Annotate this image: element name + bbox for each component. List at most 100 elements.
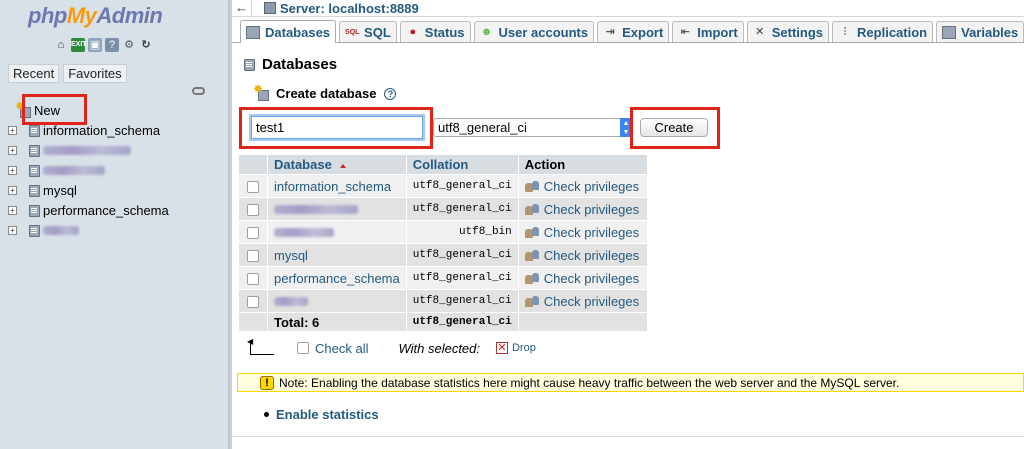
tree-db-label[interactable]: performance_schema [43, 203, 169, 218]
tab-label: Replication [857, 24, 928, 40]
db-link[interactable]: information_schema [274, 179, 391, 194]
row-checkbox-cell [239, 175, 267, 197]
phpmyadmin-logo[interactable]: phpMyAdmin [28, 3, 163, 29]
help-icon[interactable]: ? [384, 87, 397, 100]
notice-box: ! Note: Enabling the database statistics… [237, 373, 1024, 392]
check-privileges-link[interactable]: Check privileges [544, 179, 639, 194]
tree-item-db[interactable]: + [8, 220, 223, 240]
total-label: Total: 6 [268, 313, 406, 331]
expand-icon[interactable]: + [8, 205, 17, 215]
tree-item-db[interactable]: + information_schema [8, 120, 223, 140]
tab-sql[interactable]: SQL SQL [339, 21, 397, 42]
create-database-label: Create database [276, 86, 377, 101]
exit-icon[interactable]: EXIT [71, 38, 87, 52]
tab-import[interactable]: ⇤ Import [672, 21, 744, 42]
db-name-cell: performance_schema [268, 267, 406, 289]
back-arrow-icon[interactable]: ← [232, 0, 252, 17]
redacted-db-name[interactable] [274, 296, 308, 306]
expand-icon[interactable]: + [8, 225, 17, 235]
check-privileges-link[interactable]: Check privileges [544, 294, 639, 309]
check-privileges-link[interactable]: Check privileges [544, 225, 639, 240]
expand-icon[interactable]: + [8, 185, 17, 195]
total-collation: utf8_general_ci [406, 313, 518, 331]
tab-databases[interactable]: Databases [240, 20, 337, 43]
action-cell: Check privileges [518, 175, 647, 197]
create-button[interactable]: Create [640, 118, 708, 137]
docs-icon[interactable]: ? [105, 38, 119, 52]
tab-export[interactable]: ⇥ Export [597, 21, 670, 42]
db-name-cell: mysql [268, 244, 406, 266]
db-link[interactable]: mysql [274, 248, 308, 263]
row-checkbox[interactable] [247, 296, 259, 309]
recent-tab[interactable]: Recent [8, 64, 60, 83]
tree-db-label[interactable]: mysql [43, 183, 77, 198]
tree-item-db[interactable]: + [8, 160, 223, 180]
settings-icon[interactable]: ⚙ [122, 38, 136, 52]
redacted-db-name[interactable] [274, 204, 358, 214]
sql-query-icon[interactable]: ▣ [88, 38, 102, 52]
collation-cell: utf8_general_ci [406, 290, 518, 312]
collation-cell: utf8_general_ci [406, 267, 518, 289]
table-row: utf8_general_ci Check privileges [239, 290, 647, 312]
enable-statistics-link[interactable]: Enable statistics [276, 407, 379, 422]
tree-new-label[interactable]: New [34, 103, 60, 118]
tree-item-db[interactable]: + mysql [8, 180, 223, 200]
check-all-link[interactable]: Check all [315, 341, 368, 356]
expand-icon[interactable]: + [8, 145, 17, 155]
collation-cell: utf8_general_ci [406, 198, 518, 220]
new-database-icon [253, 82, 270, 101]
header-database[interactable]: Database [268, 155, 406, 174]
collation-select[interactable]: utf8_general_ci ▲ ▼ [433, 118, 633, 137]
tab-settings[interactable]: ✕ Settings [746, 21, 830, 42]
tab-user-accounts[interactable]: ☻ User accounts [473, 21, 595, 42]
check-all-checkbox[interactable] [297, 342, 309, 354]
database-icon [27, 164, 41, 177]
tab-label: Variables [961, 24, 1019, 40]
server-icon [264, 2, 276, 14]
tab-label: Status [424, 24, 465, 40]
tab-variables[interactable]: Variables [936, 21, 1024, 42]
tree-db-label[interactable]: information_schema [43, 123, 160, 138]
reload-icon[interactable]: ↻ [139, 38, 153, 52]
tab-replication[interactable]: ⫶ Replication [832, 21, 934, 42]
server-crumb-label[interactable]: Server: localhost:8889 [280, 1, 419, 16]
tab-label: SQL [364, 24, 391, 40]
redacted-db-name[interactable] [274, 227, 334, 237]
tab-status[interactable]: ● Status [399, 21, 471, 42]
tree-item-new[interactable]: New [8, 99, 223, 120]
row-checkbox[interactable] [247, 273, 259, 286]
row-checkbox[interactable] [247, 204, 259, 217]
expand-icon[interactable]: + [8, 125, 17, 135]
db-link[interactable]: performance_schema [274, 271, 400, 286]
drop-icon[interactable]: ✕ [496, 342, 508, 354]
row-checkbox[interactable] [247, 181, 259, 194]
tree-item-db[interactable]: + [8, 140, 223, 160]
check-privileges-link[interactable]: Check privileges [544, 202, 639, 217]
tab-label: Import [697, 24, 738, 40]
database-icon [27, 124, 41, 137]
warning-icon: ! [260, 376, 274, 390]
header-collation[interactable]: Collation [406, 155, 518, 174]
row-checkbox[interactable] [247, 250, 259, 263]
total-blank-cell [239, 313, 267, 331]
drop-link[interactable]: Drop [512, 342, 536, 354]
main-panel: ← Server: localhost:8889 Databases SQL SQ… [232, 0, 1024, 449]
db-name-cell [268, 290, 406, 312]
link-with-main-panel-icon[interactable] [192, 87, 205, 95]
redacted-db-name[interactable] [43, 165, 105, 175]
expand-icon[interactable]: + [8, 165, 17, 175]
check-privileges-link[interactable]: Check privileges [544, 248, 639, 263]
breadcrumb[interactable]: Server: localhost:8889 [264, 1, 419, 16]
replication-icon: ⫶ [843, 25, 847, 38]
total-row: Total: 6 utf8_general_ci [239, 313, 647, 331]
check-privileges-link[interactable]: Check privileges [544, 271, 639, 286]
redacted-db-name[interactable] [43, 225, 79, 235]
database-name-input[interactable] [251, 116, 423, 139]
notice-text: Note: Enabling the database statistics h… [279, 375, 900, 390]
database-icon [246, 25, 260, 39]
redacted-db-name[interactable] [43, 145, 131, 155]
favorites-tab[interactable]: Favorites [63, 64, 127, 83]
home-icon[interactable]: ⌂ [54, 38, 68, 52]
row-checkbox[interactable] [247, 227, 259, 240]
tree-item-db[interactable]: + performance_schema [8, 200, 223, 220]
